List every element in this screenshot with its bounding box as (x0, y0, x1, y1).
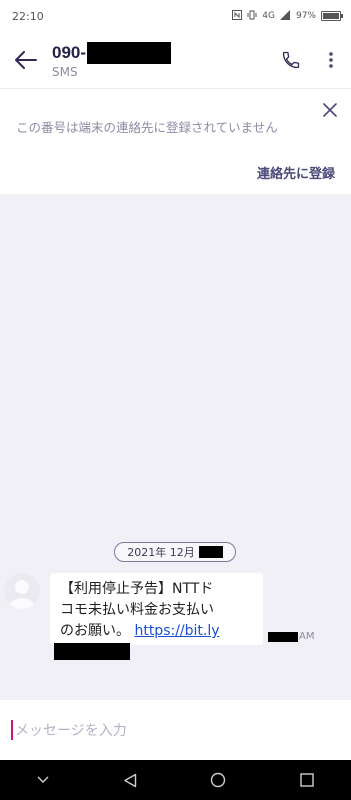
conversation-header: 090- SMS (52, 41, 271, 79)
nav-home-icon[interactable] (210, 772, 226, 788)
date-divider: 2021年 12月 (114, 542, 236, 562)
time-suffix: AM (299, 631, 315, 642)
person-icon (8, 580, 36, 609)
message-link[interactable]: https://bit.ly (134, 623, 219, 639)
unknown-contact-banner: この番号は端末の連絡先に登録されていません 連絡先に登録 (0, 88, 351, 194)
app-bar: 090- SMS (0, 32, 351, 88)
add-contact-button[interactable]: 連絡先に登録 (257, 163, 335, 182)
message-composer[interactable]: メッセージを入力 (0, 700, 351, 760)
message-line-2: コモ未払い料金お支払い (60, 602, 214, 618)
contact-number: 090- (52, 42, 87, 62)
banner-message: この番号は端末の連絡先に登録されていません (16, 120, 278, 135)
back-arrow-icon (15, 51, 37, 69)
message-bubble[interactable]: 【利用停止予告】NTTド コモ未払い料金お支払い のお願い。 https://b… (50, 573, 263, 660)
system-nav-bar (0, 760, 351, 800)
chevron-down-icon[interactable] (37, 776, 49, 784)
message-timestamp: AM (268, 631, 314, 642)
battery-icon (321, 11, 343, 21)
more-vert-icon (329, 52, 333, 68)
redacted-number (87, 41, 172, 64)
channel-label: SMS (52, 64, 78, 79)
close-icon (323, 103, 337, 117)
status-time: 22:10 (12, 9, 44, 23)
redacted-link-suffix (54, 643, 130, 660)
nav-back-icon[interactable] (123, 773, 137, 788)
network-type-icon: 4G (262, 11, 275, 21)
status-icons: 4G 97% (232, 9, 343, 23)
banner-close-button[interactable] (319, 99, 341, 121)
message-line-1: 【利用停止予告】NTTド (60, 581, 214, 597)
date-label: 2021年 12月 (127, 546, 195, 559)
nfc-icon (232, 9, 243, 23)
signal-icon (279, 9, 291, 23)
redacted-time (268, 631, 298, 642)
message-line-3: のお願い。 https://bit.ly (60, 621, 253, 642)
call-button[interactable] (271, 32, 311, 88)
nav-recents-icon[interactable] (300, 773, 314, 787)
vibrate-icon (247, 10, 257, 23)
message-text: のお願い。 (60, 623, 130, 639)
phone-icon (282, 51, 300, 69)
back-button[interactable] (0, 32, 52, 88)
battery-percent: 97% (295, 11, 316, 21)
more-options-button[interactable] (311, 32, 351, 88)
redacted-day (198, 546, 223, 558)
message-input[interactable]: メッセージを入力 (15, 720, 127, 740)
text-cursor (11, 720, 13, 740)
avatar[interactable] (4, 573, 40, 609)
status-bar: 22:10 4G 97% (0, 0, 351, 32)
